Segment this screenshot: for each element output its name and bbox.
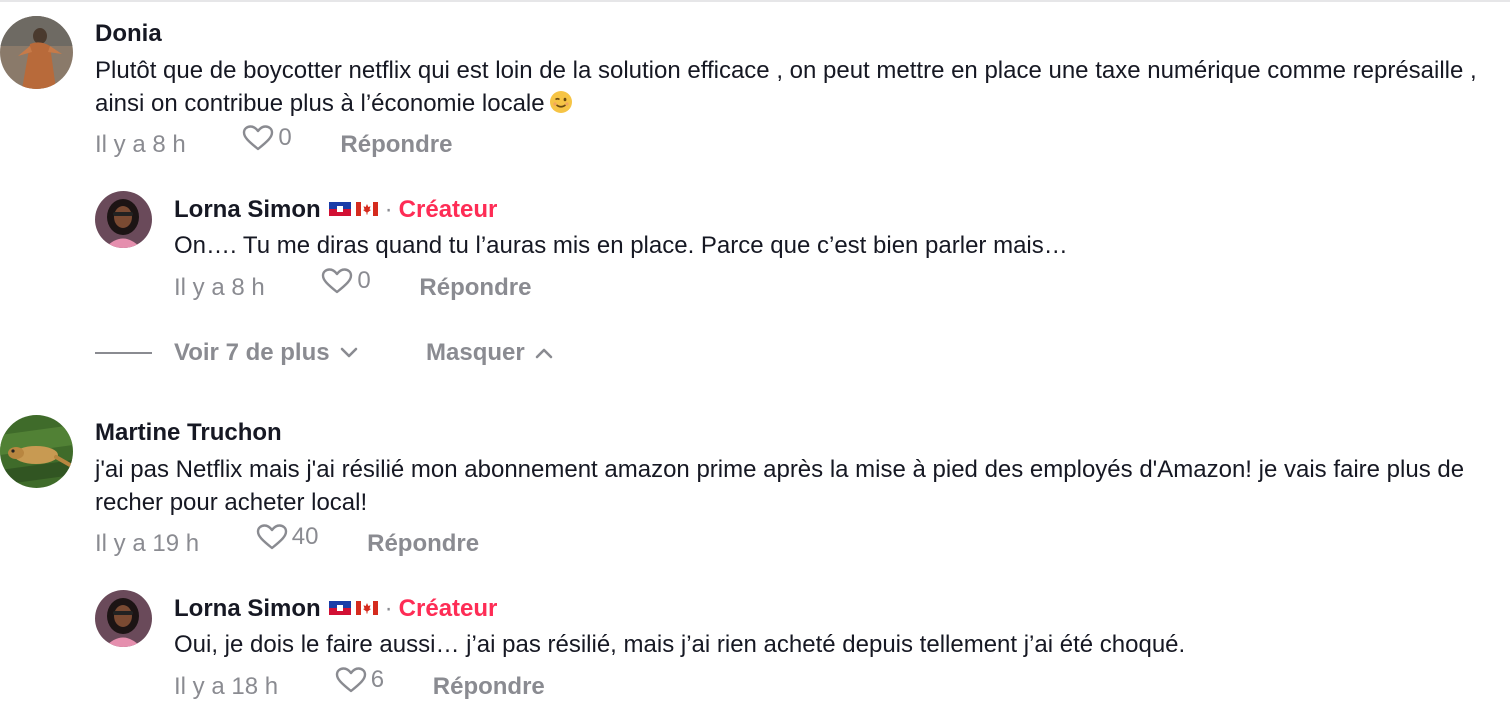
comment-time: Il y a 8 h bbox=[95, 131, 186, 158]
thread-divider bbox=[95, 352, 152, 354]
like-button[interactable]: 6 bbox=[335, 665, 384, 695]
top-divider bbox=[0, 0, 1510, 2]
comment-text: j'ai pas Netflix mais j'ai résilié mon a… bbox=[95, 456, 1465, 516]
heart-icon bbox=[243, 125, 274, 151]
avatar-photo-gecko-icon bbox=[0, 415, 73, 488]
reply-author-name[interactable]: Lorna Simon bbox=[174, 196, 321, 223]
creator-badge: Créateur bbox=[398, 595, 498, 622]
heart-icon bbox=[256, 524, 287, 550]
avatar[interactable] bbox=[0, 415, 73, 488]
reply-time: Il y a 18 h bbox=[174, 673, 279, 700]
avatar[interactable] bbox=[95, 191, 152, 248]
avatar-photo-woman-icon bbox=[95, 191, 152, 248]
avatar[interactable] bbox=[0, 16, 73, 89]
separator: · bbox=[384, 595, 393, 622]
comment-meta: Il y a 19 h 40 Répondre bbox=[95, 522, 479, 559]
comment-author[interactable]: Donia bbox=[95, 19, 162, 49]
reply-time: Il y a 8 h bbox=[174, 274, 265, 301]
comment-meta: Il y a 8 h 0 Répondre bbox=[95, 123, 452, 160]
avatar-photo-woman-icon bbox=[95, 590, 152, 647]
chevron-up-icon bbox=[535, 348, 553, 359]
hide-label: Masquer bbox=[426, 339, 525, 366]
haiti-flag-icon bbox=[328, 201, 351, 216]
canada-flag-icon bbox=[355, 600, 378, 615]
avatar-photo-person-icon bbox=[0, 16, 73, 89]
like-button[interactable]: 0 bbox=[321, 266, 371, 296]
reply-text: Oui, je dois le faire aussi… j’ai pas ré… bbox=[174, 631, 1186, 658]
reply-text: On…. Tu me diras quand tu l’auras mis en… bbox=[174, 232, 1068, 259]
view-more-label: Voir 7 de plus bbox=[174, 339, 330, 366]
comment-time: Il y a 19 h bbox=[95, 530, 200, 557]
like-count: 6 bbox=[370, 666, 385, 693]
like-count: 40 bbox=[291, 523, 319, 550]
canada-flag-icon bbox=[355, 201, 378, 216]
author-flags bbox=[328, 196, 379, 226]
hide-replies-button[interactable]: Masquer bbox=[426, 338, 553, 368]
reply-button[interactable]: Répondre bbox=[367, 530, 479, 557]
comment-text-body: Plutôt que de boycotter netflix qui est … bbox=[95, 57, 1477, 117]
like-count: 0 bbox=[278, 124, 292, 151]
comment-author[interactable]: Martine Truchon bbox=[95, 418, 282, 448]
view-more-replies-button[interactable]: Voir 7 de plus bbox=[174, 338, 358, 368]
separator: · bbox=[384, 196, 393, 223]
heart-icon bbox=[322, 268, 353, 294]
like-button[interactable]: 40 bbox=[256, 522, 319, 552]
reply-author: Lorna Simon · Créateur bbox=[174, 195, 497, 226]
reply-button[interactable]: Répondre bbox=[433, 673, 545, 700]
creator-badge: Créateur bbox=[398, 196, 498, 223]
avatar[interactable] bbox=[95, 590, 152, 647]
heart-icon bbox=[335, 667, 366, 693]
author-flags bbox=[328, 595, 379, 625]
reply-author: Lorna Simon · Créateur bbox=[174, 594, 497, 625]
like-count: 0 bbox=[357, 267, 371, 294]
reply-button[interactable]: Répondre bbox=[419, 274, 531, 301]
haiti-flag-icon bbox=[328, 600, 351, 615]
reply-meta: Il y a 18 h 6 Répondre bbox=[174, 665, 545, 702]
reply-meta: Il y a 8 h 0 Répondre bbox=[174, 266, 531, 303]
like-button[interactable]: 0 bbox=[242, 123, 292, 153]
chevron-down-icon bbox=[340, 347, 357, 358]
winking-face-icon bbox=[549, 90, 573, 114]
comment-text: Plutôt que de boycotter netflix qui est … bbox=[95, 54, 1495, 120]
reply-button[interactable]: Répondre bbox=[340, 131, 452, 158]
reply-author-name[interactable]: Lorna Simon bbox=[174, 595, 321, 622]
